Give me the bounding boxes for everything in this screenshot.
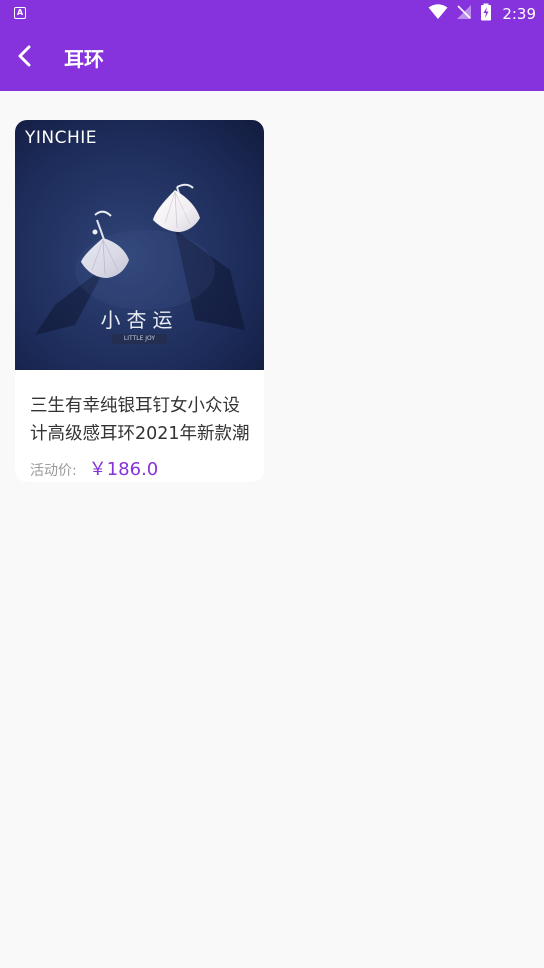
top-app-bar: A 2:39 耳环 — [0, 0, 544, 91]
price-label: 活动价: — [30, 463, 77, 479]
price-value: ￥186.0 — [88, 459, 159, 480]
product-name: 三生有幸纯银耳钉女小众设计高级感耳环2021年新款潮 — [30, 396, 250, 444]
chevron-left-icon — [16, 45, 36, 71]
image-caption-cn: 小杏运 — [100, 308, 179, 332]
image-caption-en: LITTLE JOY — [112, 334, 167, 344]
app-notification-icon: A — [14, 7, 26, 19]
back-button[interactable] — [8, 40, 44, 76]
brand-logo-text: YINCHIE — [25, 128, 98, 148]
wifi-icon — [428, 4, 448, 24]
status-icons: 2:39 — [428, 3, 536, 25]
product-image: YINCHIE 小杏运 LITTLE JOY — [15, 120, 264, 370]
no-signal-icon — [456, 4, 472, 24]
battery-charging-icon — [480, 3, 492, 25]
status-bar: A 2:39 — [0, 0, 544, 28]
product-card[interactable]: YINCHIE 小杏运 LITTLE JOY 三生有幸纯银耳钉女小众设计高级感耳… — [15, 120, 264, 482]
status-time: 2:39 — [502, 5, 536, 23]
price-row: 活动价: ￥186.0 — [30, 455, 158, 481]
app-bar: 耳环 — [0, 28, 544, 91]
page-title: 耳环 — [64, 47, 104, 71]
